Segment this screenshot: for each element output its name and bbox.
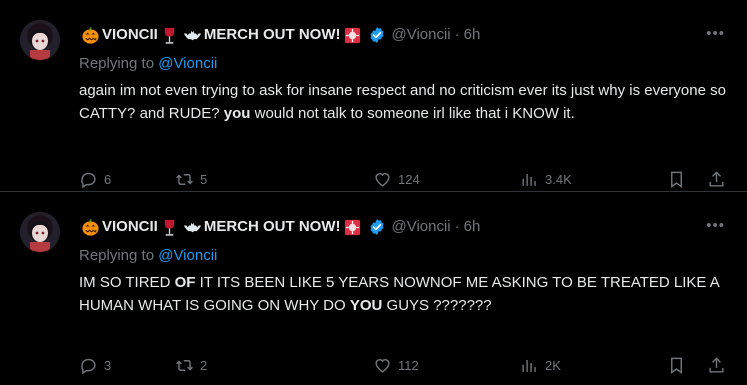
handle[interactable]: @Vioncii bbox=[392, 217, 451, 237]
retweet-button[interactable]: 5 bbox=[175, 170, 207, 189]
replying-mention[interactable]: @Vioncii bbox=[158, 55, 217, 72]
reply-button[interactable]: 3 bbox=[79, 356, 111, 375]
reply-count: 6 bbox=[104, 172, 112, 187]
wine-glass-emoji bbox=[164, 219, 175, 236]
bookmark-icon bbox=[671, 171, 682, 189]
replying-prefix: Replying to bbox=[79, 247, 155, 264]
reply-icon bbox=[81, 172, 96, 189]
retweet-icon bbox=[176, 174, 193, 185]
more-options-icon[interactable]: ••• bbox=[706, 218, 725, 233]
views-icon bbox=[522, 173, 536, 186]
bookmark-button[interactable] bbox=[667, 170, 686, 189]
verified-badge-icon[interactable] bbox=[368, 26, 386, 44]
heart-icon bbox=[375, 173, 390, 187]
views-button[interactable]: 3.4K bbox=[520, 170, 572, 189]
retweet-icon bbox=[176, 360, 193, 371]
tweet-text-bold: you bbox=[223, 105, 251, 122]
tweet[interactable]: VIONCII MERCH OUT NOW! @Vioncii · 6h ••• bbox=[0, 192, 747, 385]
display-name[interactable]: VIONCII MERCH OUT NOW! bbox=[79, 25, 364, 45]
display-name-text: VIONCII bbox=[102, 26, 158, 43]
views-icon bbox=[522, 359, 536, 372]
views-button[interactable]: 2K bbox=[520, 356, 561, 375]
timestamp[interactable]: 6h bbox=[464, 25, 481, 45]
retweet-count: 5 bbox=[200, 172, 208, 187]
merch-text: MERCH OUT NOW! bbox=[203, 218, 341, 235]
tweet[interactable]: VIONCII MERCH OUT NOW! @Vioncii · 6h ••• bbox=[0, 0, 747, 192]
tweet-text-part: would not talk to someone irl like that … bbox=[250, 105, 575, 122]
like-button[interactable]: 124 bbox=[373, 170, 420, 189]
avatar[interactable] bbox=[20, 20, 60, 60]
share-button[interactable] bbox=[707, 356, 726, 375]
verified-badge-icon[interactable] bbox=[368, 218, 386, 236]
reply-count: 3 bbox=[104, 358, 112, 373]
merch-text: MERCH OUT NOW! bbox=[203, 26, 341, 43]
replying-to: Replying to @Vioncii bbox=[79, 55, 217, 72]
pumpkin-emoji bbox=[82, 26, 99, 44]
heart-icon bbox=[375, 359, 390, 373]
action-bar: 6 5 124 3.4K bbox=[79, 170, 729, 192]
display-name-text: VIONCII bbox=[102, 218, 158, 235]
action-bar: 3 2 112 2K bbox=[79, 356, 729, 378]
separator-dot: · bbox=[454, 26, 460, 43]
share-icon bbox=[709, 171, 724, 187]
retweet-count: 2 bbox=[200, 358, 208, 373]
pumpkin-emoji bbox=[82, 218, 99, 236]
bat-emoji bbox=[183, 222, 201, 232]
separator-dot: · bbox=[454, 218, 460, 235]
tweet-text-part: IM SO TIRED bbox=[79, 274, 175, 291]
tweet-text: IM SO TIRED OF IT ITS BEEN LIKE 5 YEARS … bbox=[79, 271, 729, 317]
wine-glass-emoji bbox=[164, 27, 175, 44]
share-icon bbox=[709, 357, 724, 373]
tweet-header: VIONCII MERCH OUT NOW! @Vioncii · 6h bbox=[79, 25, 480, 45]
reply-button[interactable]: 6 bbox=[79, 170, 111, 189]
handle[interactable]: @Vioncii bbox=[392, 25, 451, 45]
tweet-text-bold: OF bbox=[174, 274, 196, 291]
like-count: 112 bbox=[398, 358, 419, 373]
siren-emoji bbox=[344, 219, 360, 235]
siren-emoji bbox=[344, 27, 360, 43]
bookmark-icon bbox=[671, 357, 682, 375]
reply-icon bbox=[81, 358, 96, 375]
tweet-text-bold: YOU bbox=[349, 297, 383, 314]
views-count: 3.4K bbox=[545, 172, 572, 187]
more-options-icon[interactable]: ••• bbox=[706, 26, 725, 41]
views-count: 2K bbox=[545, 358, 561, 373]
bat-emoji bbox=[183, 30, 201, 40]
like-count: 124 bbox=[398, 172, 420, 187]
tweet-text-part: GUYS ??????? bbox=[382, 297, 492, 314]
tweet-header: VIONCII MERCH OUT NOW! @Vioncii · 6h bbox=[79, 217, 480, 237]
tweet-text: again im not even trying to ask for insa… bbox=[79, 79, 729, 125]
display-name[interactable]: VIONCII MERCH OUT NOW! bbox=[79, 217, 364, 237]
replying-to: Replying to @Vioncii bbox=[79, 247, 217, 264]
bookmark-button[interactable] bbox=[667, 356, 686, 375]
share-button[interactable] bbox=[707, 170, 726, 189]
replying-mention[interactable]: @Vioncii bbox=[158, 247, 217, 264]
timestamp[interactable]: 6h bbox=[464, 217, 481, 237]
replying-prefix: Replying to bbox=[79, 55, 155, 72]
avatar[interactable] bbox=[20, 212, 60, 252]
retweet-button[interactable]: 2 bbox=[175, 356, 207, 375]
like-button[interactable]: 112 bbox=[373, 356, 419, 375]
